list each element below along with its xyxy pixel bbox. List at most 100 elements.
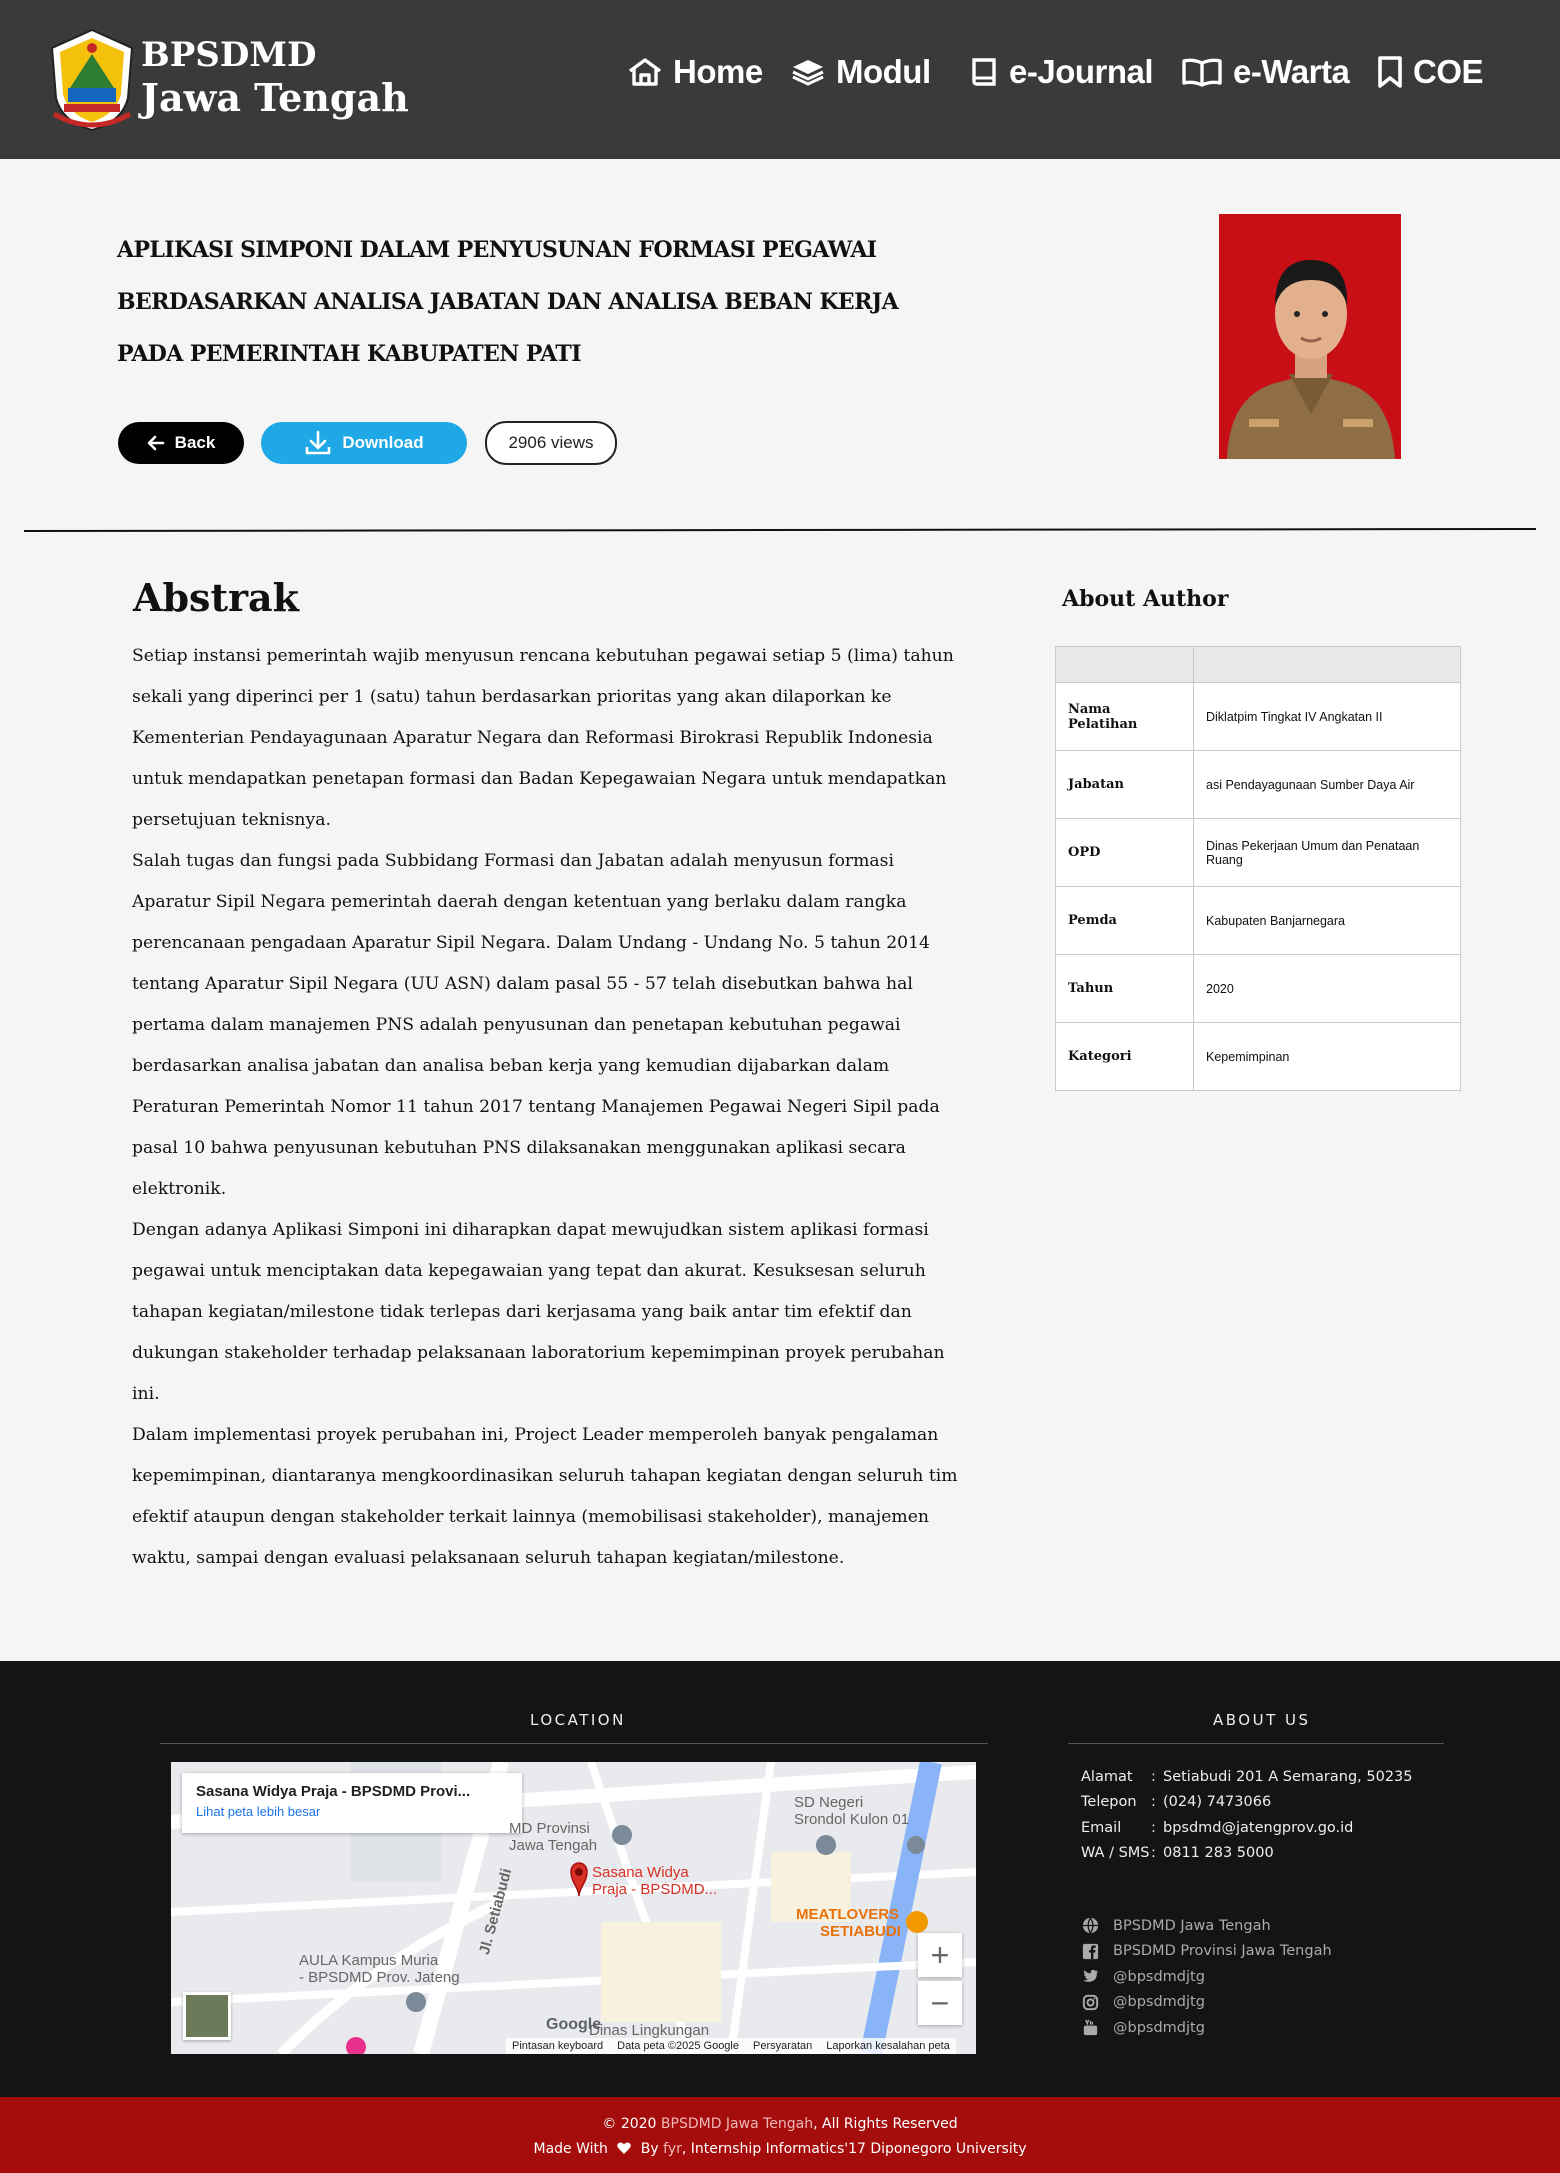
home-icon [628, 58, 662, 86]
map-label: Dinas Lingkungan [589, 2022, 710, 2039]
table-row: Nama Pelatihan Diklatpim Tingkat IV Angka… [1055, 682, 1461, 751]
contact-info: Alamat: Setiabudi 201 A Semarang, 50235 T… [1081, 1764, 1413, 1866]
map-label: Sasana Widya Praja - BPSDMD... [592, 1864, 718, 1898]
about-underline [1068, 1743, 1444, 1744]
social-text: BPSDMD Jawa Tengah [1113, 1917, 1271, 1934]
title-line: BERDASARKAN ANALISA JABATAN DAN ANALISA … [117, 289, 899, 315]
map-label: SD Negeri Srondol Kulon 01 [794, 1794, 910, 1828]
views-counter: 2906 views [485, 421, 617, 465]
credit-line: Made With By fyr, Internship Informatics… [533, 2141, 1027, 2157]
map-attribution: Pintasan keyboard Data peta ©2025 Google… [506, 2038, 956, 2054]
nav-coe[interactable]: COE [1377, 50, 1484, 94]
row-key: Pemda [1055, 886, 1194, 955]
jateng-logo[interactable] [46, 28, 138, 132]
contact-value: 0811 283 5000 [1163, 1845, 1274, 1862]
row-key: Kategori [1055, 1022, 1194, 1091]
map-label: AULA Kampus Muria - BPSDMD Prov. Jateng [299, 1952, 460, 1986]
zoom-in-button[interactable]: + [918, 1933, 962, 1977]
download-icon [306, 430, 331, 455]
map-footer-link[interactable]: Persyaratan [753, 2040, 812, 2052]
map-footer-link[interactable]: Laporkan kesalahan peta [826, 2040, 950, 2052]
download-label: Download [342, 433, 424, 452]
contact-row: Alamat: Setiabudi 201 A Semarang, 50235 [1081, 1768, 1413, 1785]
brand-name[interactable]: BPSDMD Jawa Tengah [141, 34, 409, 120]
row-value: 2020 [1193, 954, 1461, 1023]
abstract-paragraph: Salah tugas dan fungsi pada Subbidang Fo… [132, 851, 940, 1199]
author-credit-link[interactable]: fyr [663, 2141, 682, 2157]
social-links: BPSDMD Jawa Tengah BPSDMD Provinsi Jawa … [1081, 1913, 1332, 2041]
site-header: BPSDMD Jawa Tengah Home Modul e-Journal … [0, 0, 1560, 159]
social-text: @bpsdmdjtg [1113, 1994, 1205, 2011]
social-twitter-link[interactable]: @bpsdmdjtg [1081, 1964, 1332, 1990]
copyright-line: © 2020 BPSDMD Jawa Tengah, All Rights Re… [602, 2116, 958, 2132]
social-youtube-link[interactable]: @bpsdmdjtg [1081, 2015, 1332, 2041]
nav-modul[interactable]: Modul [790, 50, 931, 94]
contact-label: Telepon [1081, 1794, 1137, 1811]
row-key: OPD [1055, 818, 1194, 887]
instagram-icon [1082, 1994, 1099, 2010]
globe-icon [1082, 1917, 1099, 1935]
nav-ewarta[interactable]: e-Warta [1181, 50, 1350, 94]
brand-line-2: Jawa Tengah [141, 75, 409, 120]
article-title: APLIKASI SIMPONI DALAM PENYUSUNAN FORMAS… [117, 224, 937, 380]
map-place-title: Sasana Widya Praja - BPSDMD Provi... [196, 1783, 471, 1800]
author-photo [1219, 214, 1401, 459]
copyright-bar: © 2020 BPSDMD Jawa Tengah, All Rights Re… [0, 2097, 1560, 2173]
heart-icon [617, 2142, 632, 2154]
contact-value: Setiabudi 201 A Semarang, 50235 [1163, 1768, 1413, 1785]
row-value: asi Pendayagunaan Sumber Daya Air [1193, 750, 1461, 819]
row-value: Kabupaten Banjarnegara [1193, 886, 1461, 955]
abstract-paragraph: Setiap instansi pemerintah wajib menyusu… [132, 646, 954, 830]
site-footer: LOCATION ABOUT US Sasana Widya Praja - B… [0, 1661, 1560, 2097]
contact-value: (024) 7473066 [1163, 1794, 1272, 1811]
back-button[interactable]: Back [118, 422, 244, 464]
row-value: Diklatpim Tingkat IV Angkatan II [1193, 682, 1461, 751]
about-author-heading: About Author [1062, 586, 1229, 612]
open-book-icon [1182, 58, 1222, 87]
nav-home[interactable]: Home [627, 50, 763, 94]
twitter-icon [1083, 1970, 1099, 1983]
map-place-card: Sasana Widya Praja - BPSDMD Provi... Lih… [182, 1773, 522, 1833]
embedded-map[interactable]: Sasana Widya Praja - BPSDMD Provi... Lih… [171, 1762, 976, 2054]
views-label: 2906 views [508, 433, 594, 452]
youtube-icon [1083, 2019, 1098, 2036]
contact-value[interactable]: bpsdmd@jatengprov.go.id [1163, 1820, 1353, 1836]
row-value: Dinas Pekerjaan Umum dan Penataan Ruang [1193, 818, 1461, 887]
facebook-icon [1082, 1943, 1099, 1959]
google-logo: Google [546, 2016, 602, 2033]
zoom-out-button[interactable]: − [918, 1981, 962, 2025]
map-footer-link[interactable]: Pintasan keyboard [512, 2040, 603, 2052]
social-facebook-link[interactable]: BPSDMD Provinsi Jawa Tengah [1081, 1939, 1332, 1965]
back-label: Back [174, 433, 216, 452]
table-header-row [1055, 646, 1461, 683]
contact-row: Telepon: (024) 7473066 [1081, 1794, 1272, 1811]
satellite-toggle[interactable] [183, 1992, 231, 2040]
social-text: @bpsdmdjtg [1113, 1968, 1205, 1985]
about-us-heading: ABOUT US [1213, 1711, 1311, 1729]
contact-row: WA / SMS:0811 283 5000 [1081, 1845, 1274, 1862]
nav-ejournal[interactable]: e-Journal [969, 50, 1154, 94]
arrow-left-icon [147, 435, 164, 451]
larger-map-link[interactable]: Lihat peta lebih besar [196, 1804, 508, 1819]
abstract-paragraph: Dalam implementasi proyek perubahan ini,… [132, 1425, 958, 1568]
abstract-body: Setiap instansi pemerintah wajib menyusu… [132, 636, 962, 1579]
contact-label: WA / SMS [1081, 1845, 1150, 1862]
copyright-link[interactable]: BPSDMD Jawa Tengah [661, 2116, 813, 2132]
layers-icon [792, 60, 824, 86]
abstract-heading: Abstrak [133, 575, 299, 620]
contact-row: Email: bpsdmd@jatengprov.go.id [1081, 1819, 1354, 1836]
section-divider [23, 527, 1537, 533]
row-key: Jabatan [1055, 750, 1194, 819]
table-row: Jabatan asi Pendayagunaan Sumber Daya Air [1055, 750, 1461, 819]
social-website-link[interactable]: BPSDMD Jawa Tengah [1081, 1913, 1332, 1939]
table-row: OPD Dinas Pekerjaan Umum dan Penataan Rua… [1055, 818, 1461, 887]
map-footer-link: Data peta ©2025 Google [617, 2040, 739, 2052]
bookmark-icon [1378, 56, 1402, 88]
nav-ejournal-label: e-Journal [1009, 53, 1154, 90]
social-instagram-link[interactable]: @bpsdmdjtg [1081, 1990, 1332, 2016]
social-text: @bpsdmdjtg [1113, 2019, 1205, 2036]
abstract-paragraph: Dengan adanya Aplikasi Simponi ini dihar… [132, 1220, 945, 1404]
download-button[interactable]: Download [261, 422, 467, 464]
location-heading: LOCATION [530, 1711, 626, 1729]
row-key: Nama Pelatihan [1055, 682, 1194, 751]
